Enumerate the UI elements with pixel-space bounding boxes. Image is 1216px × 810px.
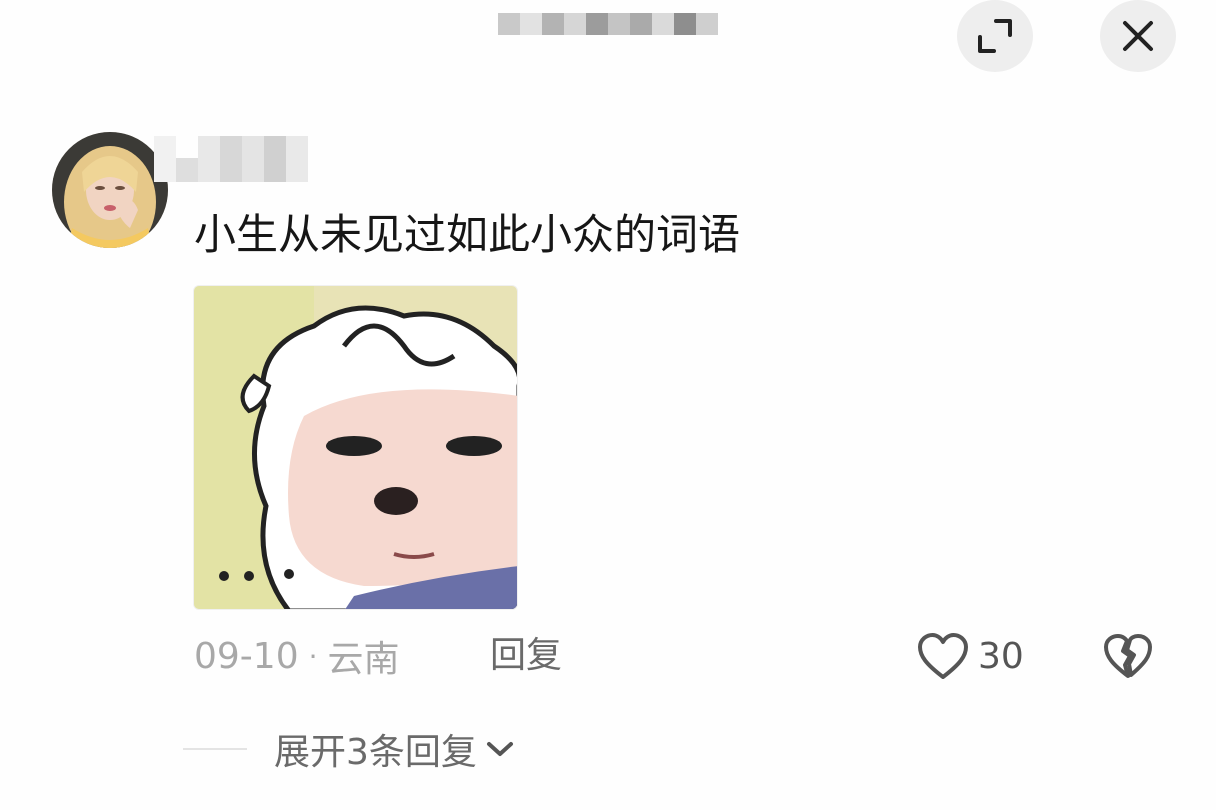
- reply-button[interactable]: 回复: [490, 630, 562, 682]
- dislike-button[interactable]: [1100, 628, 1156, 684]
- like-count: 30: [978, 635, 1024, 677]
- expand-button[interactable]: [957, 0, 1033, 72]
- comment-detail-page: 小生从未见过如此小众的词语 09-10 · 云南 回复 30 展开3条回复: [0, 0, 1216, 810]
- meta-separator: ·: [308, 639, 318, 673]
- replies-divider: [183, 748, 247, 750]
- expand-replies-label: 展开3条回复: [274, 732, 477, 773]
- comment-meta: 09-10 · 云南: [194, 630, 400, 682]
- comment-date: 09-10: [194, 635, 299, 677]
- like-button[interactable]: 30: [916, 628, 1024, 684]
- comment-text: 小生从未见过如此小众的词语: [194, 210, 741, 259]
- user-avatar[interactable]: [52, 132, 168, 248]
- chevron-down-icon: [486, 742, 513, 756]
- username-pixelated: [154, 136, 319, 182]
- broken-heart-icon: [1104, 634, 1152, 678]
- close-icon: [1123, 21, 1153, 51]
- expand-replies-button[interactable]: 展开3条回复: [274, 722, 515, 776]
- close-button[interactable]: [1100, 0, 1176, 72]
- heart-outline-icon: [918, 633, 968, 679]
- sheep-cartoon-sticker[interactable]: [193, 285, 518, 610]
- title-pixelated: [498, 2, 724, 46]
- expand-icon: [978, 19, 1012, 53]
- comment-location: 云南: [327, 639, 400, 680]
